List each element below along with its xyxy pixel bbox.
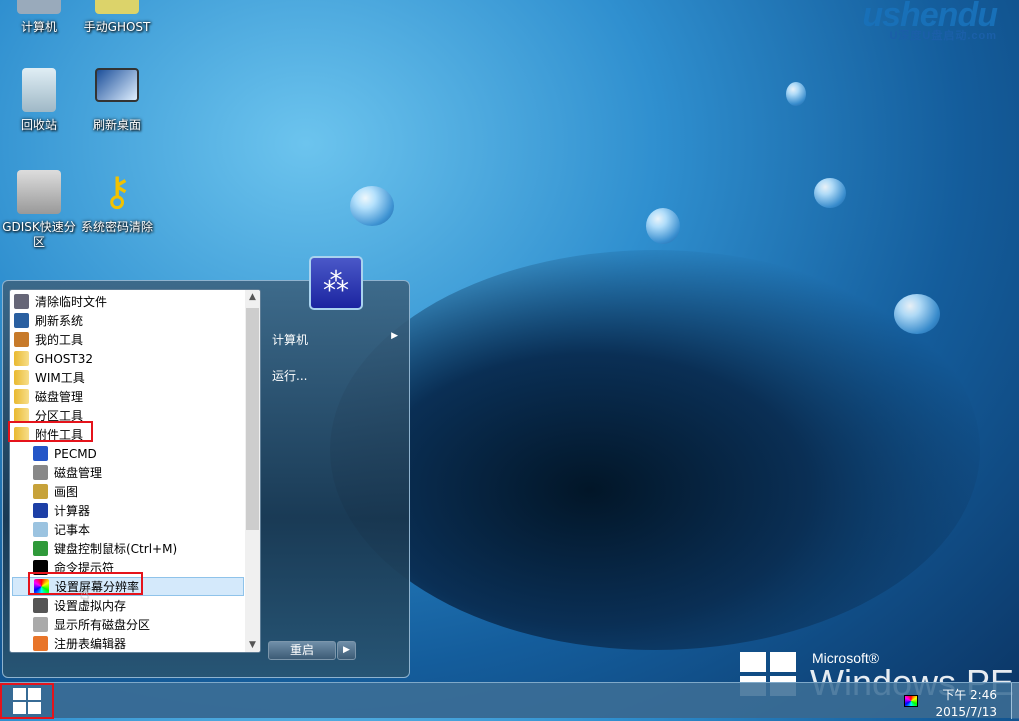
key-icon: ⚷ — [102, 169, 132, 215]
menu-item[interactable]: 磁盘管理 — [12, 463, 244, 482]
menu-item-label: 磁盘管理 — [54, 466, 103, 480]
wallpaper-drop — [786, 82, 806, 106]
desktop-icon-password-clear[interactable]: ⚷ 系统密码清除 — [78, 170, 156, 235]
notepad-icon — [33, 522, 48, 537]
menu-item[interactable]: 记事本 — [12, 520, 244, 539]
menu-item[interactable]: PECMD — [12, 444, 244, 463]
menu-item-label: WIM工具 — [35, 371, 85, 385]
menu-item-label: 记事本 — [54, 523, 91, 537]
chevron-right-icon: ▶ — [343, 645, 350, 655]
scrollbar[interactable]: ▲ ▼ — [245, 290, 260, 652]
icon-label: 手动GHOST — [83, 20, 151, 34]
ushendu-logo: ushendu U深度U盘启动.com — [862, 0, 998, 42]
wallpaper-drop — [814, 178, 846, 208]
scroll-up-icon[interactable]: ▲ — [245, 292, 260, 302]
menu-item-label: 磁盘管理 — [35, 390, 84, 404]
menu-item-label: 键盘控制鼠标(Ctrl+M) — [54, 542, 178, 556]
display-tray-icon[interactable] — [904, 695, 918, 707]
desktop-icon-recycle-bin[interactable]: 回收站 — [0, 68, 78, 133]
menu-item[interactable]: 我的工具 — [12, 330, 244, 349]
calculator-icon — [33, 503, 48, 518]
help-icon — [33, 446, 48, 461]
desktop-icon-gdisk[interactable]: GDISK快速分区 — [0, 170, 78, 250]
restart-options-button[interactable]: ▶ — [337, 641, 356, 660]
program-list: ▲ ▼ 清除临时文件 刷新系统 我的工具 GHOST32 WIM工具 磁盘管理 分区工具 附件… — [9, 289, 261, 653]
folder-icon — [14, 370, 29, 385]
menu-item[interactable]: 刷新系统 — [12, 311, 244, 330]
icon-label: 刷新桌面 — [92, 118, 141, 132]
wallpaper-drop — [646, 208, 680, 244]
highlight-box-accessories — [8, 421, 93, 442]
menu-item[interactable]: 画图 — [12, 482, 244, 501]
menu-item[interactable]: 注册表编辑器 — [12, 634, 244, 652]
menu-item[interactable]: 计算器 — [12, 501, 244, 520]
menu-item[interactable]: WIM工具 — [12, 368, 244, 387]
icon-label: GDISK快速分区 — [2, 220, 76, 249]
wallpaper-splash — [330, 250, 980, 650]
disk-icon — [33, 465, 48, 480]
menu-item[interactable]: 设置虚拟内存 — [12, 596, 244, 615]
chevron-right-icon: ▶ — [391, 331, 398, 341]
gdisk-icon — [17, 170, 61, 214]
scroll-down-icon[interactable]: ▼ — [245, 640, 260, 650]
refresh-icon — [14, 313, 29, 328]
wallpaper-drop — [350, 186, 394, 226]
scrollbar-thumb[interactable] — [246, 308, 259, 530]
menu-item-label: 设置虚拟内存 — [54, 599, 127, 613]
show-desktop-button[interactable] — [1011, 683, 1019, 719]
wallpaper-drop — [894, 294, 940, 334]
menu-item-label: 显示所有磁盘分区 — [54, 618, 151, 632]
folder-icon — [14, 389, 29, 404]
menu-item[interactable]: 显示所有磁盘分区 — [12, 615, 244, 634]
menu-run[interactable]: 运行... — [272, 367, 307, 384]
icon-label: 计算机 — [20, 20, 57, 34]
paint-icon — [33, 484, 48, 499]
memory-icon — [33, 598, 48, 613]
folder-icon — [14, 351, 29, 366]
menu-item[interactable]: GHOST32 — [12, 349, 244, 368]
computer-icon — [17, 0, 61, 14]
menu-item[interactable]: 键盘控制鼠标(Ctrl+M) — [12, 539, 244, 558]
hand-cursor-icon: ☝ — [80, 584, 90, 603]
toolbox-icon — [14, 332, 29, 347]
menu-item-label: 注册表编辑器 — [54, 637, 127, 651]
menu-item-label: 计算器 — [54, 504, 91, 518]
registry-icon — [33, 636, 48, 651]
menu-item-label: 画图 — [54, 485, 79, 499]
ghost-icon — [95, 0, 139, 14]
menu-item-label: 刷新系统 — [35, 314, 84, 328]
restart-button[interactable]: 重启 — [268, 641, 336, 660]
menu-computer[interactable]: 计算机 ▶ — [272, 331, 398, 348]
menu-item[interactable]: 清除临时文件 — [12, 292, 244, 311]
desktop-icon-refresh-desktop[interactable]: 刷新桌面 — [78, 68, 156, 133]
menu-item-label: GHOST32 — [35, 351, 93, 366]
menu-item-label: 清除临时文件 — [35, 295, 108, 309]
cleanup-icon — [14, 294, 29, 309]
taskbar: 下午 2:46 2015/7/13 — [0, 682, 1019, 721]
refresh-desktop-icon — [95, 68, 139, 102]
desktop-icon-computer[interactable]: 计算机 — [0, 0, 78, 35]
user-avatar: ⁂ — [309, 256, 363, 310]
keyboard-mouse-icon — [33, 541, 48, 556]
drive-icon — [33, 617, 48, 632]
windows-logo-icon — [13, 688, 41, 714]
icon-label: 系统密码清除 — [80, 220, 153, 234]
menu-item-label: 我的工具 — [35, 333, 84, 347]
menu-item-label: PECMD — [54, 446, 97, 461]
start-button[interactable] — [0, 683, 54, 719]
clock[interactable]: 下午 2:46 2015/7/13 — [935, 687, 997, 721]
menu-item[interactable]: 磁盘管理 — [12, 387, 244, 406]
icon-label: 回收站 — [20, 118, 57, 132]
recycle-bin-icon — [22, 68, 56, 112]
desktop-icon-ghost[interactable]: 手动GHOST — [78, 0, 156, 35]
